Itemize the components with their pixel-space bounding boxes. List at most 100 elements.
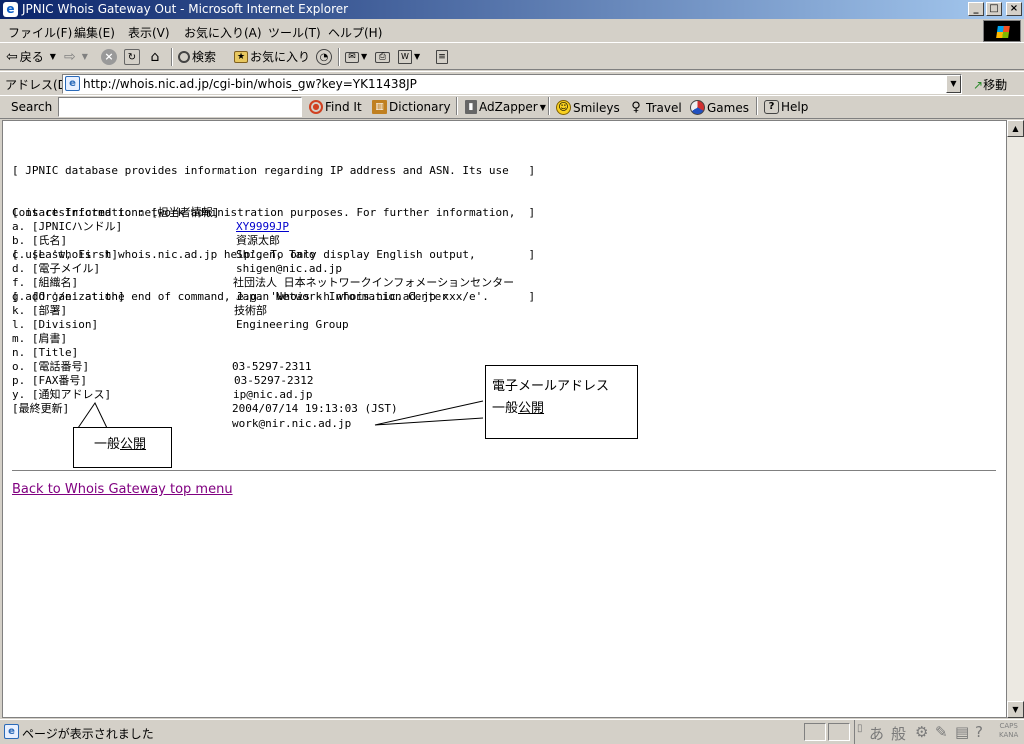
print-button[interactable]: ⎙ xyxy=(375,48,390,66)
link-travel-label: Travel xyxy=(646,101,682,115)
links-bar: Search ● Find It ▥ Dictionary ▮ AdZapper… xyxy=(0,95,1024,119)
link-find-it[interactable]: ● Find It xyxy=(309,100,362,114)
link-travel[interactable]: ♀ Travel xyxy=(628,100,682,116)
left-callout-text: 一般 xyxy=(94,437,121,452)
scroll-up-icon[interactable]: ▲ xyxy=(1007,120,1024,137)
ime-mode[interactable]: あ xyxy=(869,723,884,744)
mail-icon: ✉ xyxy=(345,51,359,63)
windows-logo-icon xyxy=(983,20,1021,42)
go-button[interactable]: ↗移動 xyxy=(973,76,1007,93)
ime-toolbar: ▯ あ 般 ⚙ ✎ ▤ ? CAPS KANA xyxy=(854,720,1024,744)
forward-button[interactable]: ⇨ ▼ xyxy=(64,48,88,66)
link-help-label: Help xyxy=(781,100,809,114)
stop-icon: × xyxy=(101,49,117,65)
caps-kana-indicator: CAPS KANA xyxy=(999,722,1018,740)
link-adzapper[interactable]: ▮ AdZapper ▼ xyxy=(465,100,546,114)
link-adzapper-label: AdZapper xyxy=(479,100,538,114)
vertical-scrollbar[interactable]: ▲ ▼ xyxy=(1007,120,1024,718)
ime-pad-icon[interactable]: ✎ xyxy=(935,723,948,741)
trash-icon: ▮ xyxy=(465,100,477,114)
back-label: 戻る xyxy=(19,50,44,64)
target-icon: ● xyxy=(309,100,323,114)
go-label: 移動 xyxy=(983,78,1008,92)
link-smileys[interactable]: ☺ Smileys xyxy=(556,100,620,115)
address-input[interactable]: e http://whois.nic.ad.jp/cgi-bin/whois_g… xyxy=(62,74,962,94)
refresh-icon: ↻ xyxy=(124,49,140,65)
page-content: [ JPNIC database provides information re… xyxy=(2,120,1007,718)
menu-bar: ファイル(F) 編集(E) 表示(V) お気に入り(A) ツール(T) ヘルプ(… xyxy=(0,19,1024,43)
home-icon: ⌂ xyxy=(150,49,160,65)
forward-dropdown-icon[interactable]: ▼ xyxy=(82,48,88,66)
search-label: 検索 xyxy=(192,50,217,64)
right-callout: 電子メールアドレス 一般公開 xyxy=(485,365,638,439)
left-callout-pointer xyxy=(77,402,108,429)
go-arrow-icon: ↗ xyxy=(973,78,984,92)
menu-view[interactable]: 表示(V) xyxy=(128,24,170,41)
close-button[interactable]: × xyxy=(1006,2,1022,16)
menu-favorites[interactable]: お気に入り(A) xyxy=(184,24,262,41)
ie-icon: e xyxy=(3,2,18,17)
links-separator xyxy=(456,97,458,115)
caps-indicator: CAPS xyxy=(999,722,1018,730)
right-callout-line2: 一般公開 xyxy=(492,398,637,420)
home-button[interactable]: ⌂ xyxy=(147,48,163,66)
discuss-button[interactable]: ≡ xyxy=(436,48,448,66)
adzapper-dropdown-icon[interactable]: ▼ xyxy=(540,103,546,112)
mail-dropdown-icon[interactable]: ▼ xyxy=(361,48,367,66)
maximize-button[interactable]: □ xyxy=(986,2,1002,16)
link-games-label: Games xyxy=(707,100,749,115)
link-dictionary[interactable]: ▥ Dictionary xyxy=(372,100,451,114)
back-to-top-link[interactable]: Back to Whois Gateway top menu xyxy=(12,482,233,497)
history-icon: ◔ xyxy=(316,49,332,65)
links-separator xyxy=(548,97,550,115)
status-pane xyxy=(828,723,850,741)
link-smileys-label: Smileys xyxy=(573,100,620,115)
menu-edit[interactable]: 編集(E) xyxy=(74,24,115,41)
left-callout: 一般公開 xyxy=(73,427,172,468)
history-button[interactable]: ◔ xyxy=(316,48,332,66)
search-bar-label: Search xyxy=(11,100,53,114)
scroll-down-icon[interactable]: ▼ xyxy=(1007,701,1024,718)
back-button[interactable]: ⇦ 戻る ▼ xyxy=(6,48,56,66)
kana-indicator: KANA xyxy=(999,731,1019,739)
left-callout-underlined: 公開 xyxy=(120,437,147,452)
link-dictionary-label: Dictionary xyxy=(389,100,451,114)
search-bar-input[interactable] xyxy=(58,97,302,117)
favorites-label: お気に入り xyxy=(250,50,311,64)
link-help[interactable]: ? Help xyxy=(764,100,808,114)
ime-tool-icon[interactable]: ⚙ xyxy=(915,723,928,741)
ime-dictionary-icon[interactable]: ▤ xyxy=(955,723,969,741)
stop-button[interactable]: × xyxy=(101,48,117,66)
magnifier-icon xyxy=(178,51,190,63)
status-text: ページが表示されました xyxy=(22,727,154,741)
page-icon: e xyxy=(65,76,80,91)
ball-icon xyxy=(690,100,705,115)
mail-button[interactable]: ✉ ▼ xyxy=(345,48,367,66)
menu-tools[interactable]: ツール(T) xyxy=(268,24,321,41)
ime-help-icon[interactable]: ? xyxy=(975,723,983,741)
edit-page-icon: W xyxy=(398,50,412,64)
ime-conversion[interactable]: 般 xyxy=(891,723,906,744)
menu-help[interactable]: ヘルプ(H) xyxy=(328,24,382,41)
refresh-button[interactable]: ↻ xyxy=(124,48,140,66)
page-status-icon: e xyxy=(4,724,19,739)
back-arrow-icon: ⇦ xyxy=(6,49,18,65)
address-url: http://whois.nic.ad.jp/cgi-bin/whois_gw?… xyxy=(83,77,417,91)
back-dropdown-icon[interactable]: ▼ xyxy=(50,48,56,66)
favorites-button[interactable]: ★ お気に入り xyxy=(234,48,310,66)
status-pane xyxy=(804,723,826,741)
right-callout-line1: 電子メールアドレス xyxy=(492,379,610,394)
search-button[interactable]: 検索 xyxy=(178,48,216,66)
edit-button[interactable]: W ▼ xyxy=(398,48,420,66)
edit-dropdown-icon[interactable]: ▼ xyxy=(414,48,420,66)
toolbar-separator xyxy=(171,48,173,66)
link-games[interactable]: Games xyxy=(690,100,749,115)
right-callout-pointer xyxy=(374,400,484,426)
smiley-icon: ☺ xyxy=(556,100,571,115)
menu-file[interactable]: ファイル(F) xyxy=(8,24,72,41)
help-icon: ? xyxy=(764,100,779,114)
address-dropdown-icon[interactable]: ▼ xyxy=(946,75,961,93)
minimize-button[interactable]: _ xyxy=(968,2,984,16)
ime-grip-icon[interactable]: ▯ xyxy=(857,723,863,734)
divider xyxy=(12,470,996,472)
